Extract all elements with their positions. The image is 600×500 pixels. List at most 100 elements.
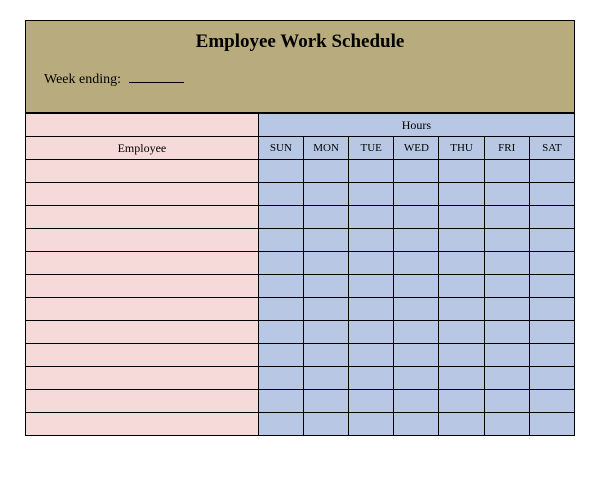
- hours-cell[interactable]: [484, 367, 529, 390]
- hours-cell[interactable]: [529, 275, 574, 298]
- hours-cell[interactable]: [529, 252, 574, 275]
- hours-cell[interactable]: [349, 275, 394, 298]
- hours-cell[interactable]: [439, 229, 484, 252]
- hours-cell[interactable]: [258, 321, 303, 344]
- hours-cell[interactable]: [439, 390, 484, 413]
- hours-cell[interactable]: [303, 160, 348, 183]
- hours-cell[interactable]: [439, 252, 484, 275]
- employee-cell[interactable]: [26, 160, 259, 183]
- hours-cell[interactable]: [394, 229, 439, 252]
- hours-cell[interactable]: [303, 229, 348, 252]
- table-row: [26, 367, 575, 390]
- hours-cell[interactable]: [394, 298, 439, 321]
- hours-cell[interactable]: [529, 298, 574, 321]
- hours-cell[interactable]: [394, 275, 439, 298]
- day-header-sun: SUN: [258, 137, 303, 160]
- hours-cell[interactable]: [258, 252, 303, 275]
- hours-cell[interactable]: [349, 321, 394, 344]
- hours-cell[interactable]: [394, 321, 439, 344]
- hours-cell[interactable]: [484, 183, 529, 206]
- hours-cell[interactable]: [529, 344, 574, 367]
- week-ending-input[interactable]: [129, 71, 184, 83]
- hours-cell[interactable]: [349, 160, 394, 183]
- hours-cell[interactable]: [484, 160, 529, 183]
- hours-cell[interactable]: [303, 390, 348, 413]
- employee-cell[interactable]: [26, 183, 259, 206]
- employee-cell[interactable]: [26, 252, 259, 275]
- hours-cell[interactable]: [303, 321, 348, 344]
- hours-cell[interactable]: [258, 390, 303, 413]
- hours-cell[interactable]: [394, 206, 439, 229]
- hours-cell[interactable]: [258, 183, 303, 206]
- hours-cell[interactable]: [484, 275, 529, 298]
- hours-cell[interactable]: [394, 413, 439, 436]
- hours-cell[interactable]: [394, 160, 439, 183]
- hours-cell[interactable]: [439, 298, 484, 321]
- hours-cell[interactable]: [484, 229, 529, 252]
- hours-cell[interactable]: [529, 229, 574, 252]
- hours-cell[interactable]: [349, 229, 394, 252]
- hours-cell[interactable]: [439, 206, 484, 229]
- hours-cell[interactable]: [529, 367, 574, 390]
- hours-cell[interactable]: [349, 413, 394, 436]
- hours-cell[interactable]: [258, 298, 303, 321]
- hours-cell[interactable]: [258, 160, 303, 183]
- hours-cell[interactable]: [349, 344, 394, 367]
- hours-cell[interactable]: [303, 275, 348, 298]
- hours-cell[interactable]: [394, 390, 439, 413]
- hours-cell[interactable]: [258, 413, 303, 436]
- hours-cell[interactable]: [484, 390, 529, 413]
- hours-cell[interactable]: [303, 183, 348, 206]
- hours-cell[interactable]: [484, 252, 529, 275]
- hours-cell[interactable]: [529, 390, 574, 413]
- hours-cell[interactable]: [349, 298, 394, 321]
- hours-cell[interactable]: [349, 252, 394, 275]
- hours-cell[interactable]: [439, 160, 484, 183]
- hours-cell[interactable]: [303, 206, 348, 229]
- hours-cell[interactable]: [439, 183, 484, 206]
- hours-cell[interactable]: [258, 206, 303, 229]
- hours-cell[interactable]: [484, 321, 529, 344]
- employee-cell[interactable]: [26, 344, 259, 367]
- employee-cell[interactable]: [26, 390, 259, 413]
- hours-cell[interactable]: [258, 344, 303, 367]
- hours-cell[interactable]: [349, 183, 394, 206]
- hours-cell[interactable]: [394, 367, 439, 390]
- hours-cell[interactable]: [484, 206, 529, 229]
- hours-cell[interactable]: [529, 160, 574, 183]
- hours-cell[interactable]: [303, 367, 348, 390]
- hours-cell[interactable]: [439, 321, 484, 344]
- hours-cell[interactable]: [439, 413, 484, 436]
- hours-cell[interactable]: [529, 413, 574, 436]
- hours-cell[interactable]: [258, 367, 303, 390]
- hours-cell[interactable]: [529, 183, 574, 206]
- employee-cell[interactable]: [26, 298, 259, 321]
- hours-cell[interactable]: [439, 275, 484, 298]
- hours-cell[interactable]: [258, 275, 303, 298]
- hours-cell[interactable]: [303, 344, 348, 367]
- hours-cell[interactable]: [303, 413, 348, 436]
- employee-cell[interactable]: [26, 275, 259, 298]
- hours-cell[interactable]: [349, 390, 394, 413]
- hours-cell[interactable]: [484, 298, 529, 321]
- hours-cell[interactable]: [529, 206, 574, 229]
- table-row: [26, 183, 575, 206]
- hours-cell[interactable]: [394, 344, 439, 367]
- employee-cell[interactable]: [26, 413, 259, 436]
- hours-cell[interactable]: [303, 252, 348, 275]
- hours-cell[interactable]: [439, 367, 484, 390]
- hours-cell[interactable]: [394, 183, 439, 206]
- hours-cell[interactable]: [484, 413, 529, 436]
- hours-cell[interactable]: [349, 367, 394, 390]
- employee-cell[interactable]: [26, 367, 259, 390]
- hours-cell[interactable]: [394, 252, 439, 275]
- hours-cell[interactable]: [303, 298, 348, 321]
- employee-cell[interactable]: [26, 229, 259, 252]
- hours-cell[interactable]: [439, 344, 484, 367]
- hours-cell[interactable]: [349, 206, 394, 229]
- employee-cell[interactable]: [26, 206, 259, 229]
- hours-cell[interactable]: [484, 344, 529, 367]
- hours-cell[interactable]: [529, 321, 574, 344]
- hours-cell[interactable]: [258, 229, 303, 252]
- employee-cell[interactable]: [26, 321, 259, 344]
